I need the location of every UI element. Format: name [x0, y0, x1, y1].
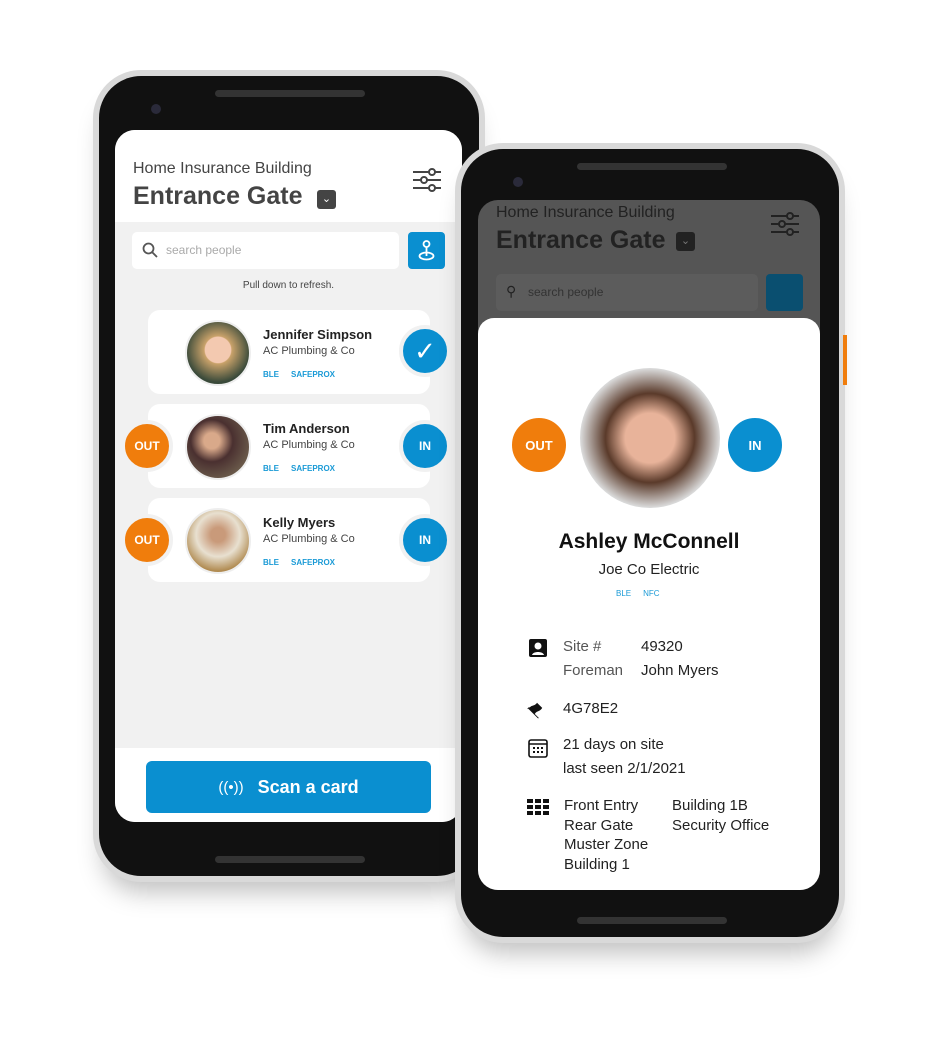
- person-company: AC Plumbing & Co: [263, 345, 355, 357]
- search-icon: [142, 242, 158, 258]
- in-button[interactable]: IN: [724, 414, 786, 476]
- avatar: [580, 368, 720, 508]
- calendar-icon: [528, 739, 548, 758]
- gate-title: Entrance Gate: [133, 182, 303, 210]
- person-name: Jennifer Simpson: [263, 327, 373, 342]
- building-subtitle: Home Insurance Building: [496, 204, 675, 221]
- side-button: [843, 335, 847, 385]
- left-screen: Home Insurance Building Entrance Gate ⌄ …: [115, 130, 462, 822]
- camera-icon: [513, 177, 523, 187]
- building-subtitle: Home Insurance Building: [133, 160, 312, 177]
- foreman-value: John Myers: [641, 662, 719, 679]
- filter-settings-icon[interactable]: [413, 168, 441, 192]
- left-phone: Home Insurance Building Entrance Gate ⌄ …: [93, 70, 485, 882]
- zone-item: Rear Gate: [564, 816, 634, 834]
- avatar: [185, 508, 251, 574]
- person-name: Tim Anderson: [263, 421, 350, 436]
- foreman-label: Foreman: [563, 662, 624, 679]
- right-phone: Home Insurance Building Entrance Gate ⌄ …: [455, 143, 845, 943]
- zones-grid-icon: [527, 799, 549, 815]
- search-input[interactable]: search people: [132, 232, 399, 269]
- zone-item: Building 1: [564, 855, 630, 873]
- search-icon: ⚲: [506, 283, 517, 299]
- person-tags: BLE NFC: [616, 589, 660, 598]
- person-company: AC Plumbing & Co: [263, 439, 355, 451]
- nfc-signal-icon: ((•)): [218, 778, 244, 796]
- scan-card-label: Scan a card: [257, 776, 359, 797]
- location-button[interactable]: [408, 232, 445, 269]
- days-on-site: 21 days on site: [563, 736, 664, 753]
- location-pin-icon: [418, 240, 435, 261]
- gate-dropdown[interactable]: ⌄: [676, 232, 695, 251]
- camera-icon: [151, 104, 161, 114]
- site-value: 49320: [641, 638, 683, 655]
- person-tags: BLE SAFEPROX: [263, 370, 336, 379]
- zones-column-2: Building 1B Security Office: [672, 796, 769, 835]
- gate-title: Entrance Gate: [496, 226, 666, 254]
- filter-settings-icon[interactable]: [771, 212, 799, 236]
- avatar: [185, 414, 251, 480]
- search-placeholder: search people: [528, 285, 604, 299]
- search-placeholder: search people: [166, 243, 242, 257]
- person-company: AC Plumbing & Co: [263, 533, 355, 545]
- person-tags: BLE SAFEPROX: [263, 558, 336, 567]
- person-tags: BLE SAFEPROX: [263, 464, 336, 473]
- tag-icon: ⚑: [523, 696, 552, 725]
- scan-card-button[interactable]: ((•)) Scan a card: [146, 761, 431, 813]
- search-input[interactable]: ⚲ search people: [496, 274, 758, 311]
- zone-item: Front Entry: [564, 797, 639, 814]
- last-seen: last seen 2/1/2021: [563, 760, 686, 777]
- tag-id: 4G78E2: [563, 700, 619, 717]
- right-screen: Home Insurance Building Entrance Gate ⌄ …: [478, 200, 820, 890]
- zone-item: Security Office: [672, 816, 770, 834]
- checked-in-indicator[interactable]: ✓: [399, 325, 451, 377]
- person-detail-sheet: OUT IN Ashley McConnell Joe Co Electric …: [478, 318, 820, 890]
- person-name: Kelly Myers: [263, 515, 336, 530]
- zone-item: Muster Zone: [564, 836, 649, 853]
- gate-dropdown[interactable]: ⌄: [317, 190, 336, 209]
- pull-refresh-hint: Pull down to refresh.: [242, 280, 335, 291]
- in-button[interactable]: IN: [399, 420, 451, 472]
- out-button[interactable]: OUT: [121, 514, 173, 566]
- person-company: Joe Co Electric: [598, 561, 700, 578]
- site-label: Site #: [563, 638, 602, 655]
- zone-item: Building 1B: [672, 797, 748, 814]
- zones-column-1: Front Entry Rear Gate Muster Zone Buildi…: [564, 796, 648, 874]
- avatar: [185, 320, 251, 386]
- out-button[interactable]: OUT: [121, 420, 173, 472]
- contact-card-icon: [529, 639, 547, 657]
- out-button[interactable]: OUT: [508, 414, 570, 476]
- person-name: Ashley McConnell: [558, 530, 740, 553]
- in-button[interactable]: IN: [399, 514, 451, 566]
- location-button[interactable]: [766, 274, 803, 311]
